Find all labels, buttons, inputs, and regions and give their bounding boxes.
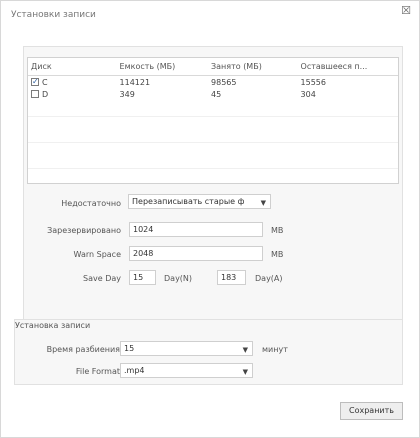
split-time-unit: минут <box>262 345 288 354</box>
warn-space-label: Warn Space <box>73 250 121 259</box>
warn-space-unit: MB <box>271 250 284 259</box>
header-remaining: Оставшееся п... <box>300 62 368 71</box>
warn-space-input[interactable]: 2048 <box>129 246 263 261</box>
reserved-input[interactable]: 1024 <box>129 222 263 237</box>
table-header: Диск Емкость (МБ) Занято (МБ) Оставшееся… <box>28 58 398 76</box>
disk-c-checkbox[interactable] <box>31 77 39 86</box>
chevron-down-icon: ▼ <box>260 199 266 207</box>
record-settings-window: Установки записи ☒ Диск Емкость (МБ) Зан… <box>0 0 420 438</box>
disk-used: 45 <box>211 89 222 99</box>
disk-table: Диск Емкость (МБ) Занято (МБ) Оставшееся… <box>27 57 399 184</box>
grid-line <box>28 168 398 169</box>
chevron-down-icon: ▼ <box>242 368 248 376</box>
insufficient-label: Недостаточно <box>61 199 121 208</box>
insufficient-select[interactable]: Перезаписывать старые ф ▼ <box>128 194 271 209</box>
disk-used: 98565 <box>211 77 237 87</box>
header-capacity: Емкость (МБ) <box>119 62 176 71</box>
header-used: Занято (МБ) <box>211 62 262 71</box>
disk-remaining: 304 <box>300 89 316 99</box>
grid-line <box>28 142 398 143</box>
day-a-input[interactable]: 183 <box>217 270 246 285</box>
reserved-label: Зарезервировано <box>47 226 121 235</box>
save-day-input[interactable]: 15 <box>129 270 156 285</box>
header-disk: Диск <box>31 62 52 71</box>
grid-line <box>28 116 398 117</box>
disk-d-checkbox[interactable] <box>31 90 39 98</box>
day-a-unit: Day(A) <box>255 274 283 283</box>
table-row[interactable]: D 349 45 304 <box>28 88 398 100</box>
disk-name: C <box>42 77 48 87</box>
chevron-down-icon: ▼ <box>242 346 248 354</box>
split-time-select[interactable]: 15 ▼ <box>120 341 253 356</box>
split-time-label: Время разбиения <box>46 345 120 354</box>
window-title: Установки записи <box>11 10 96 20</box>
close-icon[interactable]: ☒ <box>401 5 411 16</box>
table-row[interactable]: C 114121 98565 15556 <box>28 76 398 88</box>
reserved-unit: MB <box>271 226 284 235</box>
disk-name: D <box>42 89 49 99</box>
disk-capacity: 114121 <box>119 77 151 87</box>
file-format-select[interactable]: .mp4 ▼ <box>120 363 253 378</box>
save-button[interactable]: Сохранить <box>340 402 403 420</box>
group-title: Установка записи <box>15 321 91 330</box>
save-day-unit: Day(N) <box>164 274 193 283</box>
save-day-label: Save Day <box>83 274 121 283</box>
file-format-label: File Format <box>75 367 120 376</box>
disk-remaining: 15556 <box>300 77 326 87</box>
disk-capacity: 349 <box>119 89 135 99</box>
